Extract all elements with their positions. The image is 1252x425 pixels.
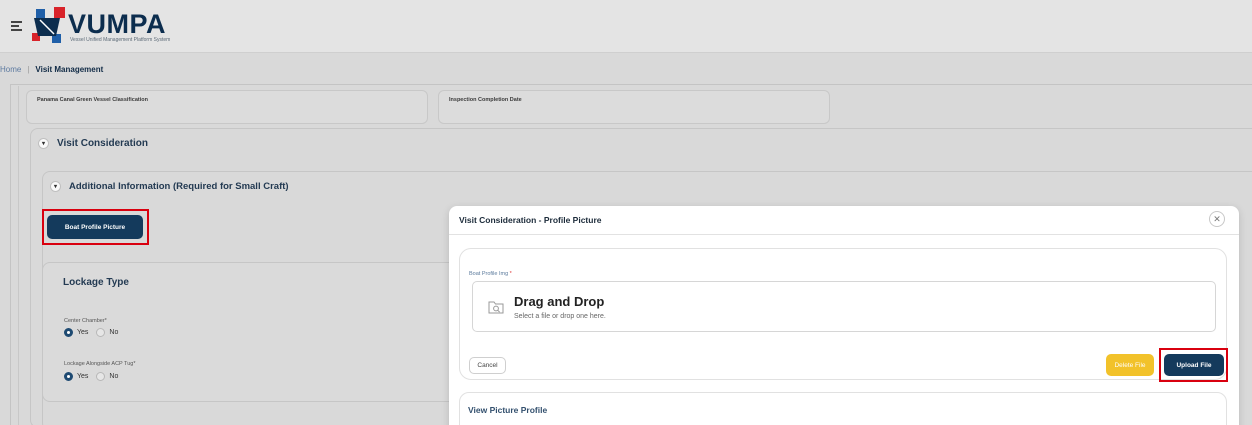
breadcrumb-current: Visit Management — [35, 64, 104, 74]
modal-title: Visit Consideration - Profile Picture — [459, 215, 602, 225]
cancel-button[interactable]: Cancel — [469, 357, 506, 374]
view-picture-title: View Picture Profile — [468, 405, 548, 415]
additional-info-header[interactable]: ▾ Additional Information (Required for S… — [50, 181, 289, 192]
inspection-date-field[interactable]: Inspection Completion Date — [438, 90, 830, 124]
additional-info-title: Additional Information (Required for Sma… — [69, 181, 289, 192]
alongside-tug-no-radio[interactable] — [96, 372, 106, 381]
top-bar: VUMPA Vessel Unified Management Platform… — [0, 0, 1252, 53]
alongside-tug-yes-radio[interactable] — [64, 372, 73, 381]
modal-divider — [449, 234, 1239, 235]
breadcrumb: Home | Visit Management — [0, 60, 103, 78]
visit-consideration-title: Visit Consideration — [57, 138, 148, 149]
file-dropzone[interactable]: Drag and Drop Select a file or drop one … — [472, 281, 1216, 332]
no-label: No — [109, 373, 119, 380]
inspection-date-label: Inspection Completion Date — [449, 97, 522, 103]
alongside-tug-radio-group: Yes No — [64, 372, 118, 381]
center-chamber-radio-group: Yes No — [64, 328, 118, 337]
profile-picture-modal: Visit Consideration - Profile Picture ✕ … — [449, 206, 1239, 425]
delete-file-button[interactable]: Delete File — [1106, 354, 1154, 376]
yes-label: Yes — [77, 329, 89, 336]
center-chamber-yes-radio[interactable] — [64, 328, 73, 337]
visit-consideration-header[interactable]: ▾ Visit Consideration — [38, 138, 148, 149]
drag-drop-title: Drag and Drop — [514, 294, 605, 309]
close-icon[interactable]: ✕ — [1209, 211, 1225, 227]
view-picture-card: View Picture Profile — [459, 392, 1227, 425]
lockage-type-panel: Lockage Type Center Chamber* Yes No Lock… — [42, 262, 472, 402]
alongside-tug-label: Lockage Alongside ACP Tug* — [64, 361, 136, 367]
upload-card: Boat Profile Img * Drag and Drop Select … — [459, 248, 1228, 382]
yes-label: Yes — [77, 373, 89, 380]
breadcrumb-separator: | — [27, 64, 30, 74]
breadcrumb-home-link[interactable]: Home — [0, 65, 21, 74]
center-chamber-label: Center Chamber* — [64, 318, 107, 324]
green-classification-label: Panama Canal Green Vessel Classification — [37, 97, 148, 103]
lockage-type-title: Lockage Type — [63, 277, 129, 288]
logo-subtitle: Vessel Unified Management Platform Syste… — [70, 37, 171, 43]
vumpa-logo-icon — [32, 7, 65, 43]
hamburger-menu-icon[interactable] — [11, 21, 22, 31]
chevron-down-icon: ▾ — [38, 138, 49, 149]
boat-profile-img-label: Boat Profile Img * — [469, 271, 512, 277]
chevron-down-icon: ▾ — [50, 181, 61, 192]
drag-drop-subtitle: Select a file or drop one here. — [514, 313, 606, 320]
logo-text: VUMPA — [68, 9, 167, 39]
no-label: No — [109, 329, 119, 336]
green-classification-field[interactable]: Panama Canal Green Vessel Classification — [26, 90, 428, 124]
file-search-icon — [488, 301, 504, 314]
highlight-boat-profile-button — [42, 209, 149, 245]
center-chamber-no-radio[interactable] — [96, 328, 106, 337]
highlight-upload-button — [1159, 348, 1228, 382]
